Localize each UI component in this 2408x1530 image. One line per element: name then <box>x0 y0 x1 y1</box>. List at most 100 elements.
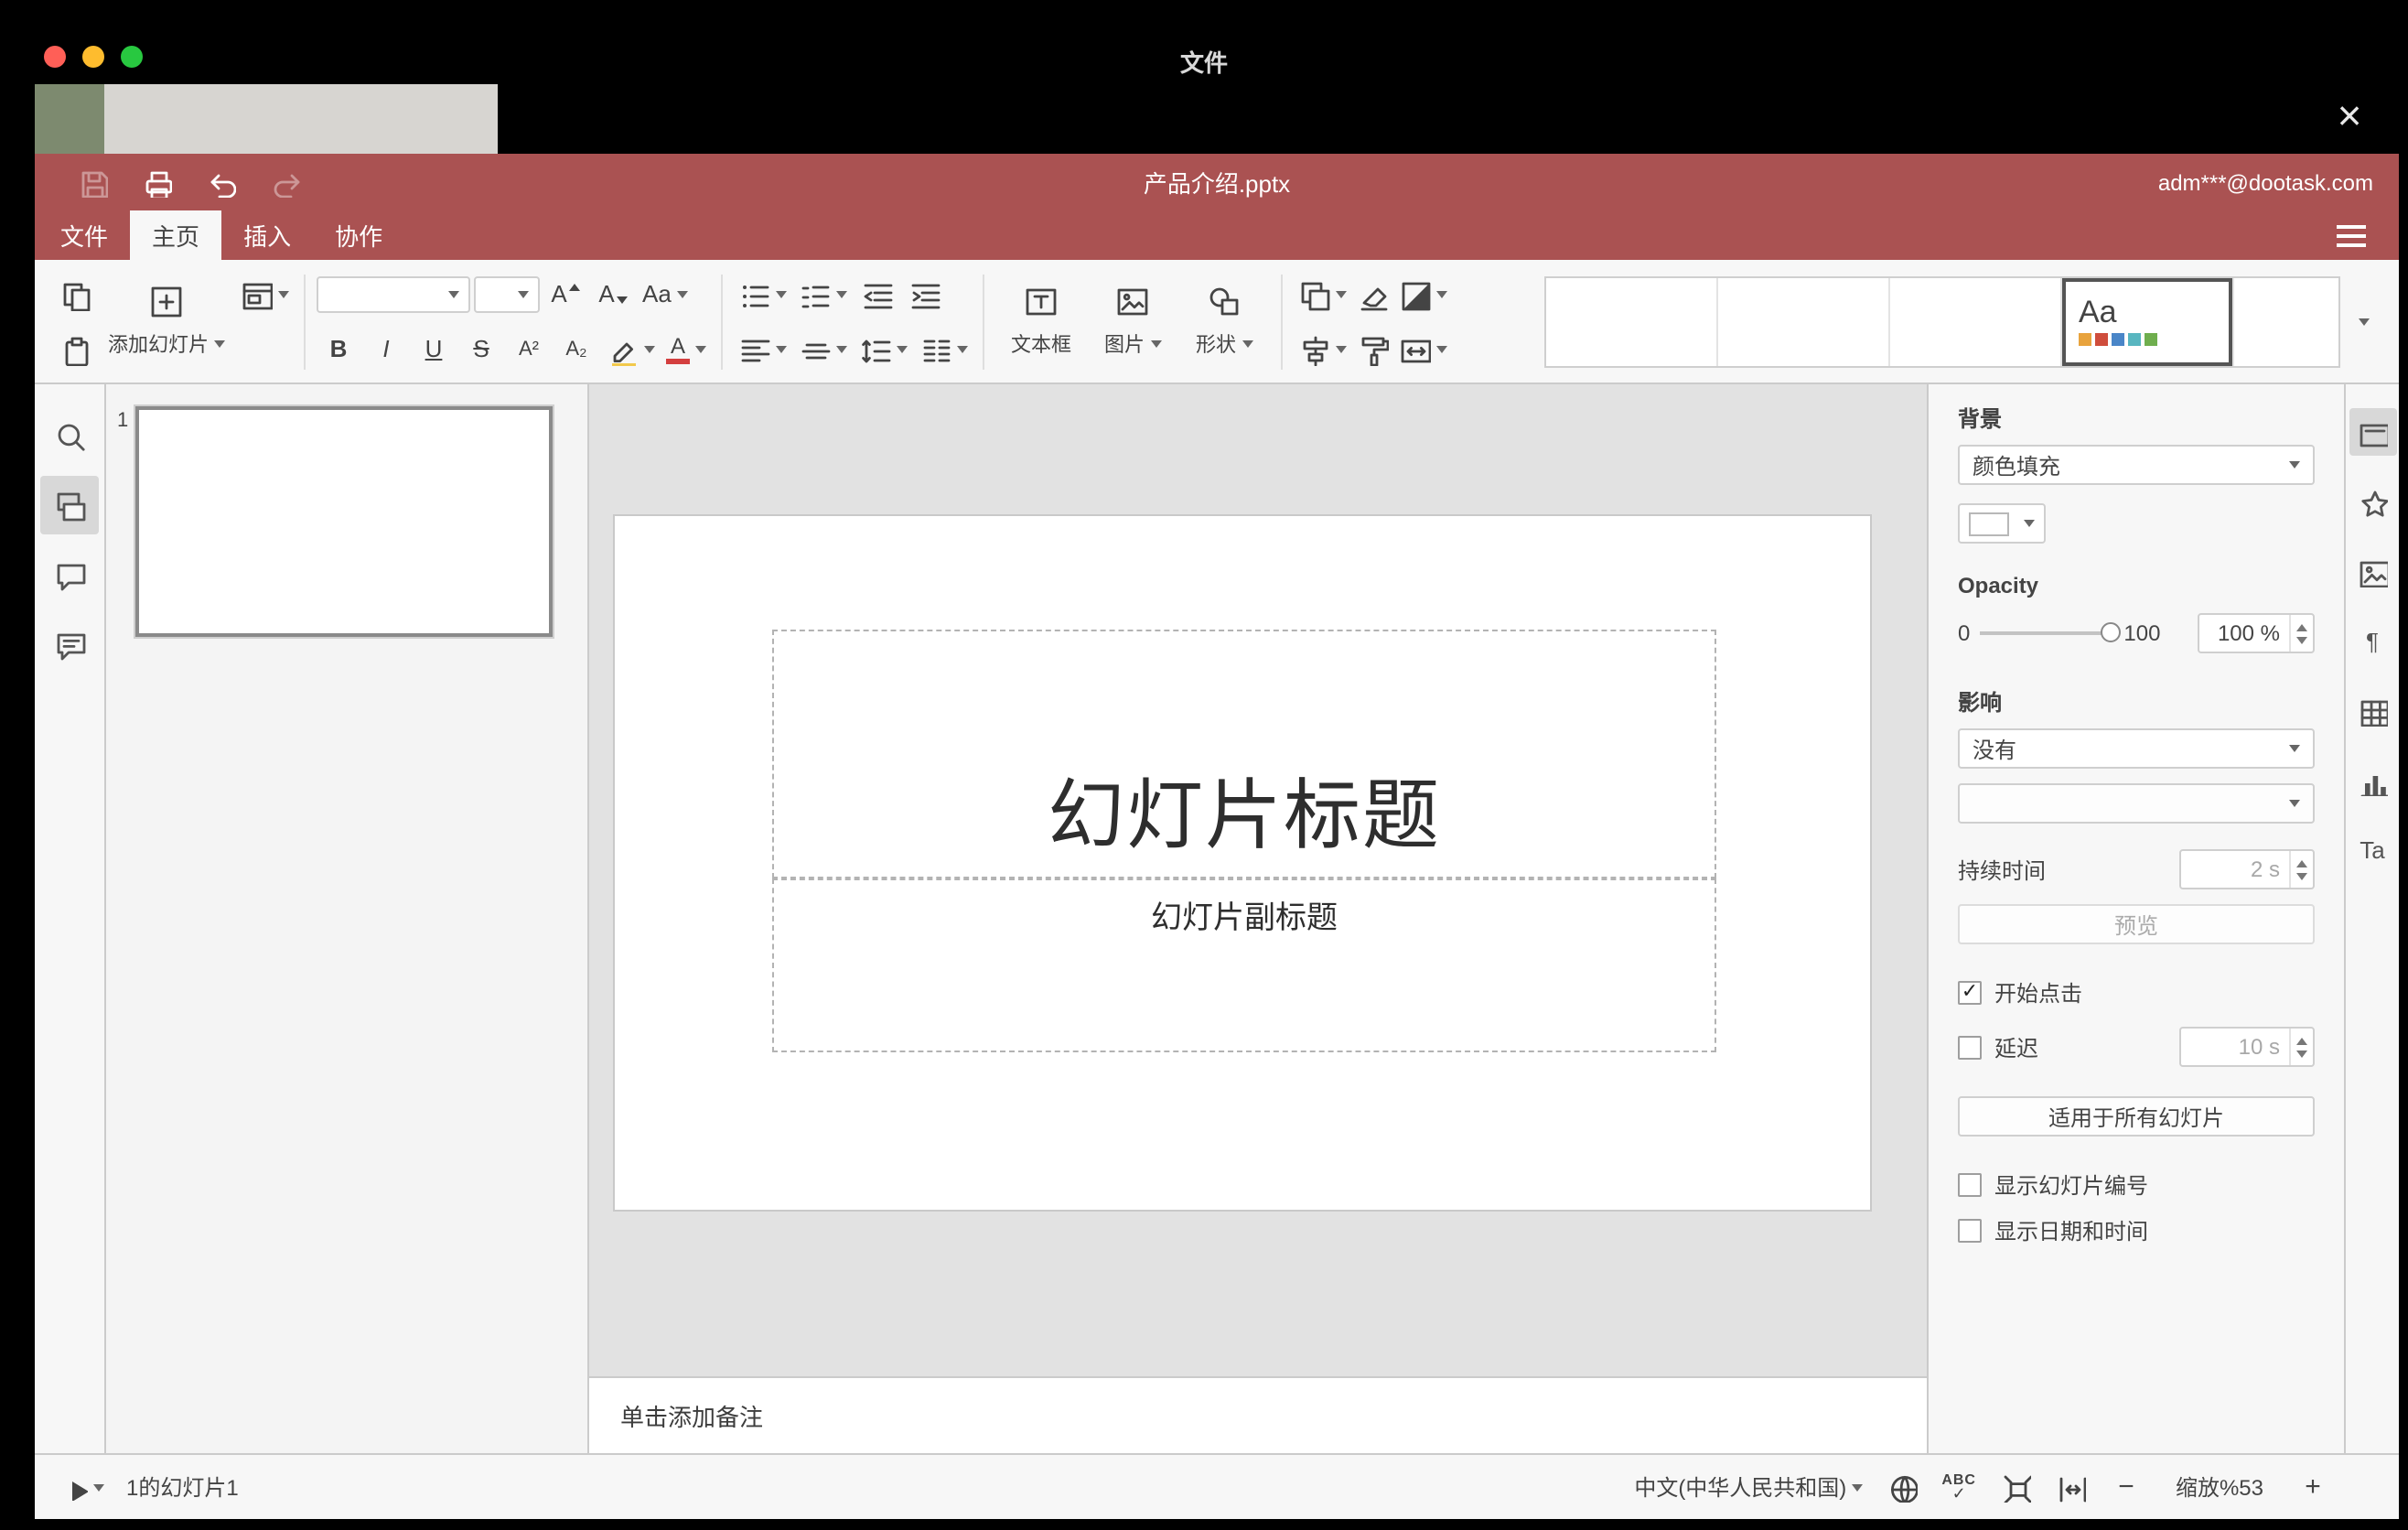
slider-knob[interactable] <box>2100 622 2121 642</box>
insert-image-button[interactable]: 图片 <box>1087 270 1178 372</box>
slide-subtitle-placeholder[interactable]: 幻灯片副标题 <box>772 878 1716 1052</box>
horizontal-align-button[interactable] <box>734 327 790 371</box>
menu-icon[interactable] <box>2329 217 2373 253</box>
home-toolbar: 添加幻灯片 A A Aa B I U S A² A₂ A 文本框 图片 形状 A… <box>35 260 2399 384</box>
clear-style-button[interactable] <box>1350 272 1394 316</box>
vertical-align-button[interactable] <box>794 327 851 371</box>
slides-panel-icon[interactable] <box>40 476 99 534</box>
bold-button[interactable]: B <box>317 327 360 371</box>
notes-area[interactable]: 单击添加备注 <box>589 1376 1927 1453</box>
opacity-slider[interactable] <box>1979 622 2121 642</box>
add-slide-button[interactable]: 添加幻灯片 <box>97 270 236 372</box>
background-fill-select[interactable]: 颜色填充 <box>1958 445 2315 485</box>
slide-canvas: 幻灯片标题 幻灯片副标题 <box>589 384 1927 1376</box>
copy-style-button[interactable] <box>1350 327 1394 371</box>
checkbox-checked[interactable]: ✓ <box>1958 981 1982 1005</box>
spellcheck-icon[interactable]: ABC ✓ <box>1941 1471 1976 1502</box>
theme-option-3[interactable] <box>1890 277 2062 365</box>
background-color-picker[interactable] <box>1958 503 2046 544</box>
arrange-shape-button[interactable] <box>1294 272 1350 316</box>
start-on-click-checkbox[interactable]: ✓ 开始点击 <box>1958 977 2315 1008</box>
delay-checkbox[interactable]: 延迟 <box>1958 1031 2038 1062</box>
save-icon[interactable] <box>71 162 112 202</box>
textart-settings-icon[interactable]: Ta <box>2349 825 2396 873</box>
spinner-arrows[interactable] <box>2289 615 2313 652</box>
font-name-combobox[interactable] <box>317 275 470 312</box>
undo-icon[interactable] <box>199 162 240 202</box>
subscript-button[interactable]: A₂ <box>554 327 598 371</box>
tab-insert[interactable]: 插入 <box>221 210 313 260</box>
close-icon[interactable]: × <box>2322 88 2377 143</box>
zoom-in-button[interactable]: + <box>2296 1471 2329 1503</box>
preview-button[interactable]: 预览 <box>1958 904 2315 944</box>
line-spacing-button[interactable] <box>855 327 911 371</box>
underline-button[interactable]: U <box>412 327 456 371</box>
table-settings-icon[interactable] <box>2349 686 2396 734</box>
decrease-font-size-button[interactable]: A <box>591 272 635 316</box>
theme-gallery-expand-button[interactable] <box>2340 275 2381 367</box>
style-tools-group <box>1350 270 1394 372</box>
effect-type-select[interactable] <box>1958 783 2315 824</box>
fit-to-width-icon[interactable] <box>2055 1471 2086 1503</box>
strikethrough-button[interactable]: S <box>459 327 503 371</box>
tab-file[interactable]: 文件 <box>38 210 130 260</box>
checkbox-unchecked[interactable] <box>1958 1173 1982 1197</box>
fit-to-slide-icon[interactable] <box>2000 1471 2031 1503</box>
delay-input[interactable]: 10 s <box>2179 1027 2315 1067</box>
set-language-icon[interactable] <box>1887 1471 1919 1503</box>
show-date-time-checkbox[interactable]: 显示日期和时间 <box>1958 1215 2315 1246</box>
slide-title-placeholder[interactable]: 幻灯片标题 <box>772 630 1716 878</box>
slide[interactable]: 幻灯片标题 幻灯片副标题 <box>613 514 1872 1212</box>
chart-settings-icon[interactable] <box>2349 756 2396 803</box>
spinner-arrows[interactable] <box>2289 1029 2313 1065</box>
slide-settings-icon[interactable] <box>2349 408 2396 456</box>
theme-option-5[interactable] <box>2234 277 2338 365</box>
increase-font-size-button[interactable]: A <box>543 272 587 316</box>
change-layout-button[interactable] <box>236 272 293 316</box>
columns-button[interactable] <box>915 327 972 371</box>
chat-icon[interactable] <box>40 615 99 673</box>
zoom-out-button[interactable]: − <box>2110 1471 2143 1503</box>
shape-fill-button[interactable] <box>1394 272 1451 316</box>
paragraph-settings-icon[interactable]: ¶ <box>2349 617 2396 664</box>
font-size-combobox[interactable] <box>474 275 540 312</box>
language-selector[interactable]: 中文(中华人民共和国) <box>1634 1471 1864 1503</box>
decrease-indent-button[interactable] <box>855 272 898 316</box>
tab-collaboration[interactable]: 协作 <box>313 210 404 260</box>
tab-home[interactable]: 主页 <box>130 210 222 260</box>
align-shape-button[interactable] <box>1294 327 1350 371</box>
opacity-input[interactable]: 100 % <box>2198 613 2315 653</box>
spinner-arrows[interactable] <box>2289 851 2313 888</box>
highlight-color-button[interactable] <box>602 327 659 371</box>
bullet-list-button[interactable] <box>734 272 790 316</box>
theme-option-2[interactable] <box>1718 277 1890 365</box>
effect-select[interactable]: 没有 <box>1958 728 2315 769</box>
font-color-button[interactable]: A <box>662 327 710 371</box>
comments-icon[interactable] <box>40 545 99 604</box>
paste-button[interactable] <box>53 327 97 371</box>
slide-thumbnail[interactable] <box>134 404 554 639</box>
slide-size-button[interactable] <box>1394 327 1451 371</box>
theme-colors <box>2079 333 2157 346</box>
superscript-button[interactable]: A² <box>507 327 551 371</box>
italic-button[interactable]: I <box>364 327 408 371</box>
show-slide-number-checkbox[interactable]: 显示幻灯片编号 <box>1958 1169 2315 1201</box>
change-case-button[interactable]: Aa <box>639 272 692 316</box>
copy-button[interactable] <box>53 272 97 316</box>
insert-textbox-button[interactable]: 文本框 <box>995 270 1087 372</box>
redo-icon[interactable] <box>263 162 304 202</box>
apply-to-all-slides-button[interactable]: 适用于所有幻灯片 <box>1958 1096 2315 1137</box>
search-icon[interactable] <box>40 406 99 465</box>
theme-option-1[interactable] <box>1546 277 1718 365</box>
shape-settings-icon[interactable] <box>2349 478 2396 525</box>
duration-input[interactable]: 2 s <box>2179 849 2315 889</box>
increase-indent-button[interactable] <box>902 272 946 316</box>
image-settings-icon[interactable] <box>2349 547 2396 595</box>
insert-shape-button[interactable]: 形状 <box>1178 270 1270 372</box>
checkbox-unchecked[interactable] <box>1958 1035 1982 1059</box>
start-slideshow-button[interactable] <box>57 1467 108 1507</box>
theme-option-selected[interactable]: Aa <box>2062 277 2234 365</box>
numbered-list-button[interactable] <box>794 272 851 316</box>
print-icon[interactable] <box>135 162 176 202</box>
checkbox-unchecked[interactable] <box>1958 1219 1982 1243</box>
